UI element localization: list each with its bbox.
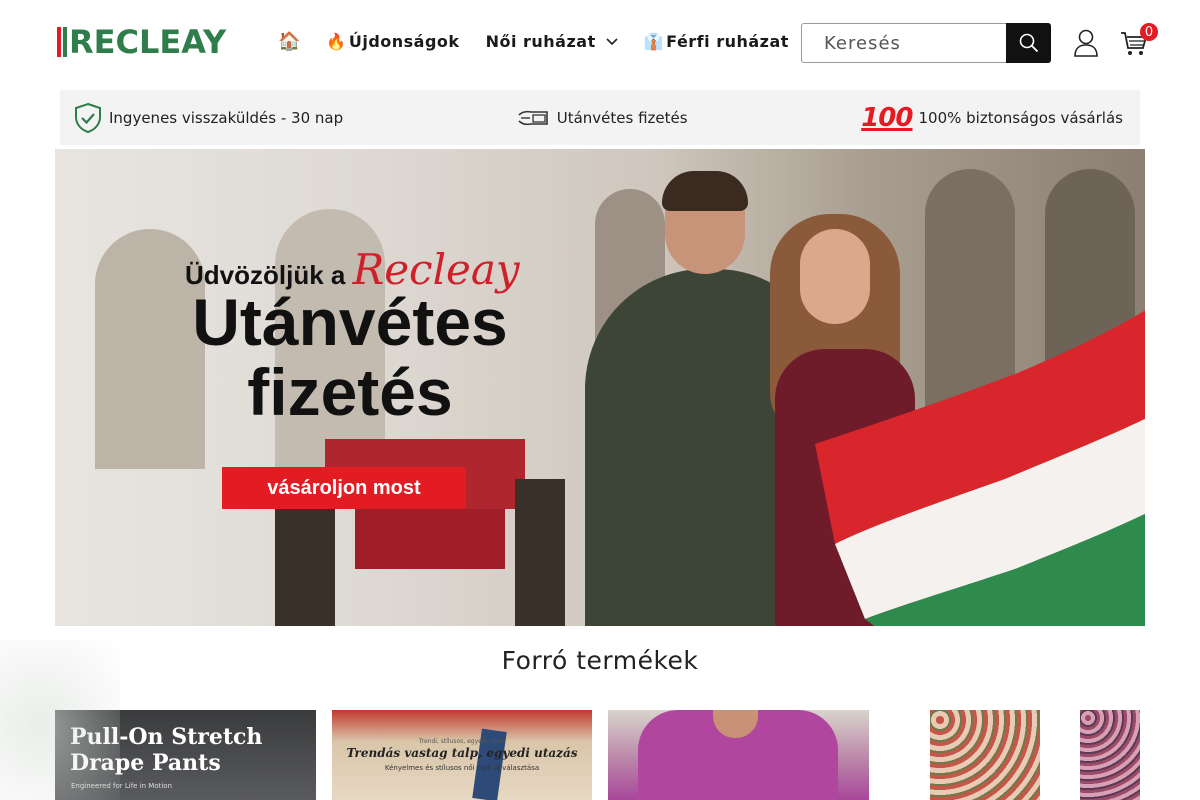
nav-item-noi-ruhazat[interactable]: Női ruházat <box>486 32 618 51</box>
product-image-title: Trendás vastag talp, egyedi utazás <box>346 746 578 760</box>
hungarian-flag-image <box>815 310 1145 626</box>
hero-title-line2: fizetés <box>247 355 453 429</box>
product-image-subtitle: Kényelmes és stílusos női cipő új válasz… <box>384 764 540 772</box>
main-nav: 🏠 🔥 Újdonságok Női ruházat 👔 Férfi ruház… <box>278 31 815 52</box>
search-button[interactable] <box>1006 23 1051 63</box>
search-box <box>801 23 1051 63</box>
logo-text: RECLEAY <box>69 23 227 61</box>
search-input[interactable] <box>802 24 1007 62</box>
logo[interactable]: RECLEAY <box>57 23 227 61</box>
trust-item-label: Utánvétes fizetés <box>556 108 688 127</box>
shirt-tie-icon: 👔 <box>643 32 665 51</box>
product-image-title: Pull-On Stretch Drape Pants <box>70 724 262 776</box>
nav-item-label: Férfi ruházat <box>666 32 789 51</box>
nav-item-ujdonsagok[interactable]: 🔥 Újdonságok <box>326 32 459 51</box>
fire-icon: 🔥 <box>326 32 347 51</box>
hero-title-line1: Utánvétes <box>192 285 508 359</box>
chair-decoration <box>275 509 335 626</box>
shield-check-icon <box>75 102 101 133</box>
nav-item-label: Újdonságok <box>348 32 460 51</box>
product-image-dress <box>930 710 1040 800</box>
chevron-down-icon <box>606 37 618 45</box>
product-card[interactable] <box>885 710 1145 800</box>
trust-item-secure: 100 100% biztonságos vásárlás <box>861 103 1123 133</box>
search-icon <box>1019 33 1038 53</box>
hero-title: Utánvétes fizetés <box>155 287 545 427</box>
shop-now-button[interactable]: vásároljon most <box>222 467 466 509</box>
trust-item-label: Ingyenes visszaküldés - 30 nap <box>109 108 344 127</box>
product-title-line2: Drape Pants <box>70 750 221 776</box>
trust-bar: Ingyenes visszaküldés - 30 nap Utánvétes… <box>60 90 1140 145</box>
home-icon[interactable]: 🏠 <box>278 31 300 52</box>
nav-item-ferfi-ruhazat[interactable]: 👔 Férfi ruházat <box>644 32 789 51</box>
site-header: RECLEAY 🏠 🔥 Újdonságok Női ruházat 👔 Fér… <box>0 0 1200 86</box>
cart-count-badge: 0 <box>1140 23 1158 41</box>
trust-item-returns: Ingyenes visszaküldés - 30 nap <box>74 102 343 134</box>
product-image-pretitle: Trendi, stílusos, egyedi cipők <box>418 738 506 745</box>
product-image-dress <box>1080 710 1140 800</box>
trust-item-cod: Utánvétes fizetés <box>517 107 688 129</box>
hero-banner[interactable]: Üdvözöljük a Recleay Utánvétes fizetés v… <box>55 149 1145 626</box>
account-icon[interactable] <box>1073 29 1099 57</box>
product-card[interactable]: Pull-On Stretch Drape Pants Engineered f… <box>55 710 316 800</box>
product-grid: Pull-On Stretch Drape Pants Engineered f… <box>55 710 1145 800</box>
product-image-subtitle: Engineered for Life in Motion <box>71 782 173 790</box>
hundred-icon: 100 <box>861 102 913 133</box>
table-decoration <box>355 509 505 569</box>
section-title-hot-products: Forró termékek <box>501 646 699 675</box>
trust-item-label: 100% biztonságos vásárlás <box>918 108 1123 127</box>
chair-decoration <box>515 479 565 626</box>
product-card[interactable]: Trendi, stílusos, egyedi cipők Trendás v… <box>332 710 592 800</box>
cash-payment-icon <box>518 110 548 125</box>
product-title-line1: Pull-On Stretch <box>70 724 263 750</box>
product-card[interactable] <box>608 710 869 800</box>
hero-man-hair <box>662 171 748 211</box>
nav-item-label: Női ruházat <box>485 32 596 51</box>
logo-mark <box>57 27 67 57</box>
